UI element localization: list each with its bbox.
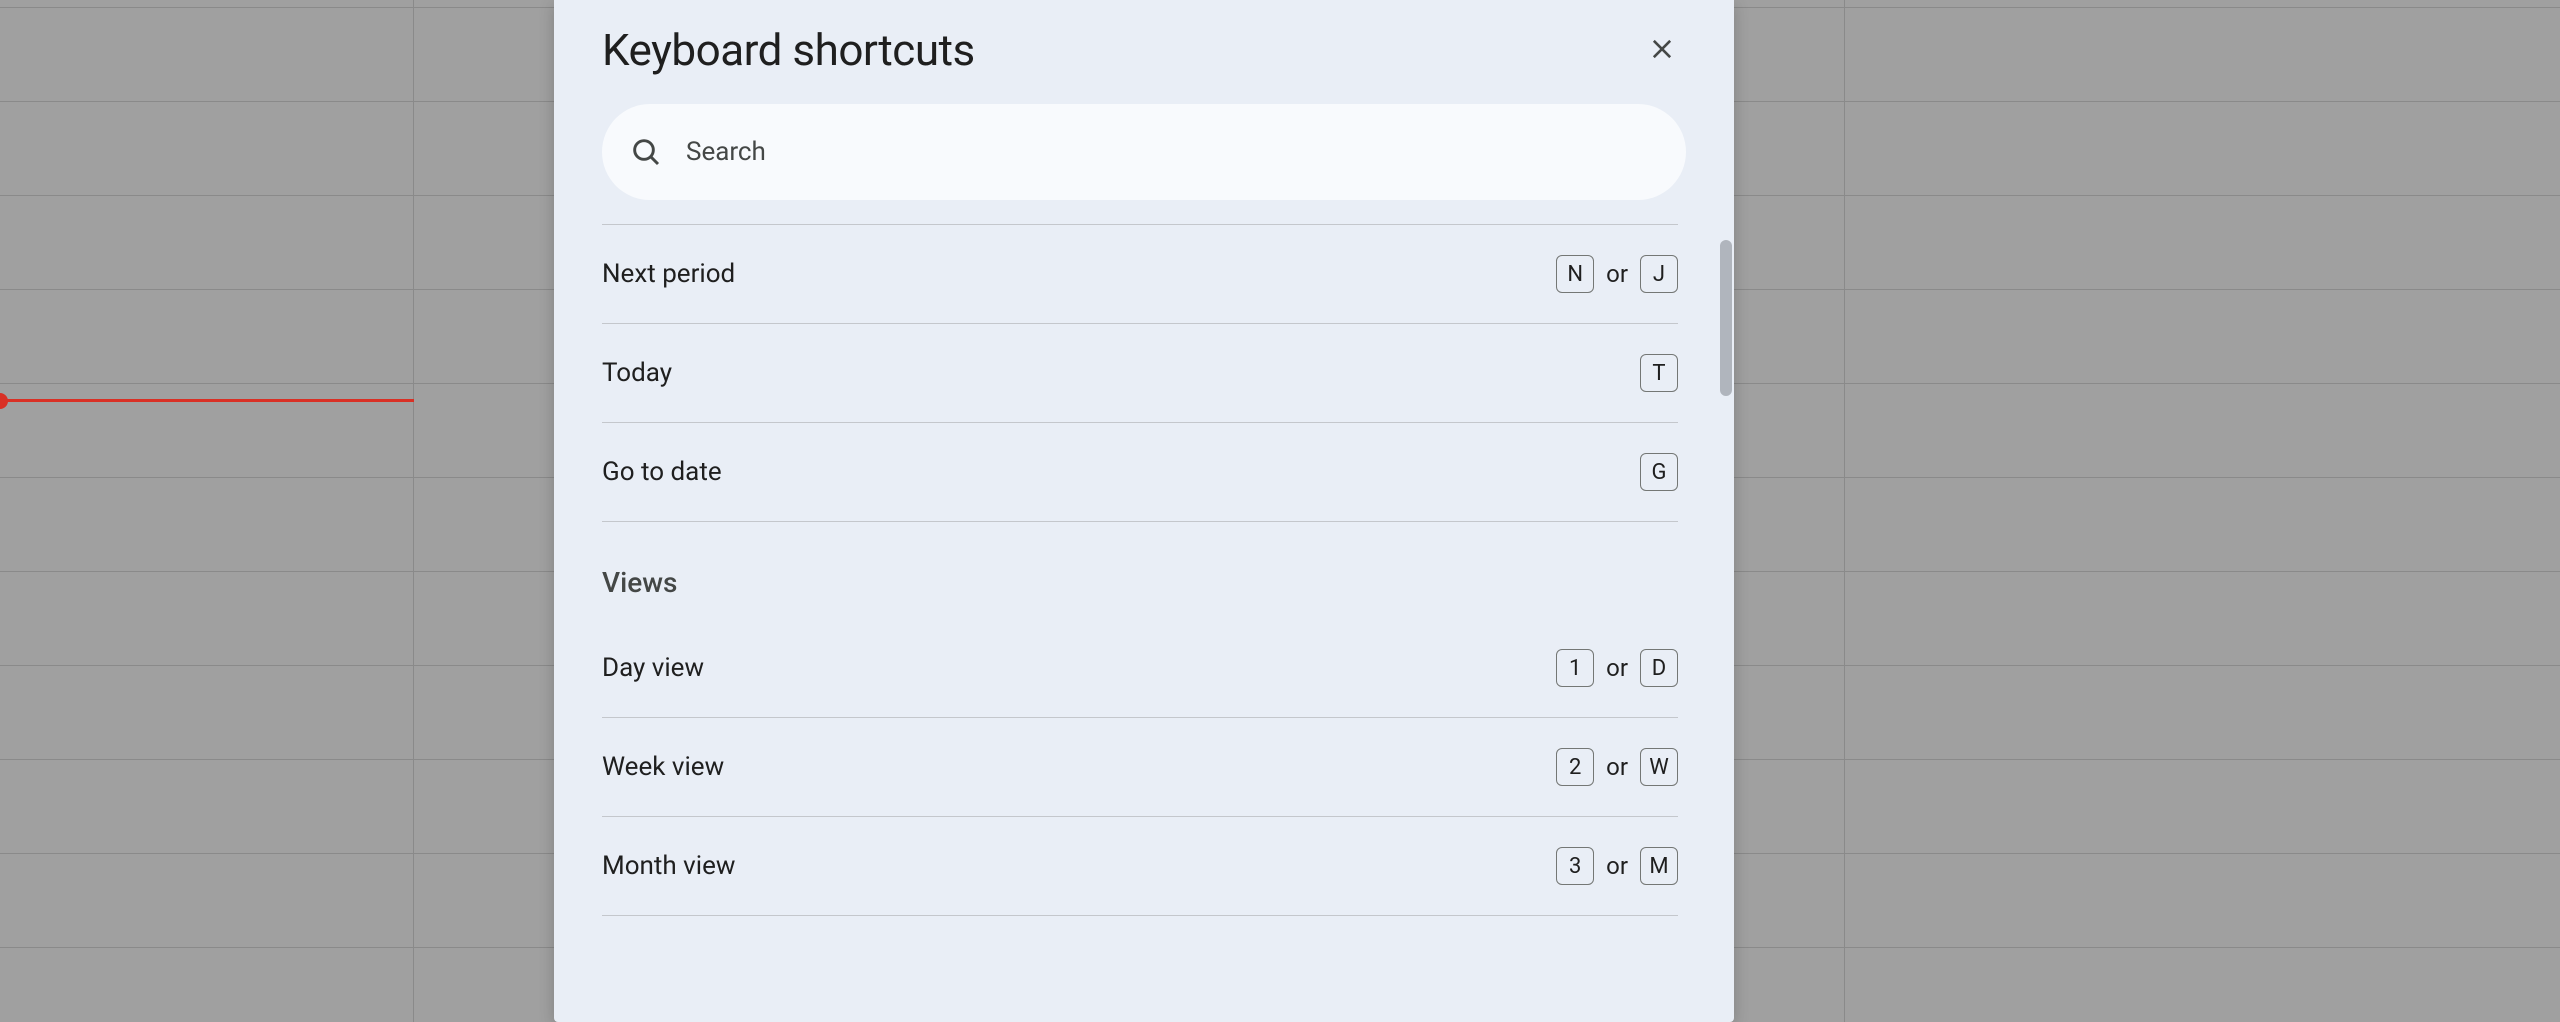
shortcut-row-month-view: Month view 3 or M: [602, 817, 1678, 916]
dialog-header: Keyboard shortcuts: [554, 0, 1734, 96]
key-badge: W: [1640, 748, 1678, 786]
time-gutter: [0, 0, 414, 1022]
shortcut-keys: 2 or W: [1556, 748, 1678, 786]
key-badge: J: [1640, 255, 1678, 293]
search-icon: [630, 136, 662, 168]
key-badge: 1: [1556, 649, 1594, 687]
shortcut-row-go-to-date: Go to date G: [602, 423, 1678, 522]
shortcut-keys: 3 or M: [1556, 847, 1678, 885]
shortcut-keys: N or J: [1556, 255, 1678, 293]
key-badge: G: [1640, 453, 1678, 491]
close-button[interactable]: [1638, 26, 1686, 74]
or-separator: or: [1606, 753, 1628, 781]
search-input[interactable]: [686, 137, 1658, 167]
key-badge: M: [1640, 847, 1678, 885]
dialog-title: Keyboard shortcuts: [602, 24, 975, 76]
or-separator: or: [1606, 260, 1628, 288]
keyboard-shortcuts-dialog: Keyboard shortcuts Next period N: [554, 0, 1734, 1022]
shortcut-label: Day view: [602, 653, 704, 683]
scrollbar-thumb[interactable]: [1720, 240, 1732, 396]
shortcut-label: Next period: [602, 259, 735, 289]
shortcut-row-day-view: Day view 1 or D: [602, 619, 1678, 718]
key-badge: T: [1640, 354, 1678, 392]
day-column: [1845, 0, 2560, 1022]
shortcut-keys: G: [1640, 453, 1678, 491]
shortcut-label: Month view: [602, 851, 735, 881]
shortcuts-list[interactable]: Next period N or J Today T Go to date G …: [554, 224, 1734, 1022]
or-separator: or: [1606, 654, 1628, 682]
key-badge: N: [1556, 255, 1594, 293]
or-separator: or: [1606, 852, 1628, 880]
shortcut-keys: 1 or D: [1556, 649, 1678, 687]
shortcut-row-next-period: Next period N or J: [602, 224, 1678, 324]
close-icon: [1648, 35, 1676, 66]
key-badge: 2: [1556, 748, 1594, 786]
shortcut-label: Go to date: [602, 457, 722, 487]
section-header-views: Views: [602, 522, 1678, 619]
shortcut-label: Today: [602, 358, 672, 388]
shortcut-keys: T: [1640, 354, 1678, 392]
shortcut-row-today: Today T: [602, 324, 1678, 423]
shortcut-row-week-view: Week view 2 or W: [602, 718, 1678, 817]
search-container: [602, 104, 1686, 200]
key-badge: D: [1640, 649, 1678, 687]
shortcut-label: Week view: [602, 752, 724, 782]
current-time-indicator: [0, 399, 414, 402]
key-badge: 3: [1556, 847, 1594, 885]
